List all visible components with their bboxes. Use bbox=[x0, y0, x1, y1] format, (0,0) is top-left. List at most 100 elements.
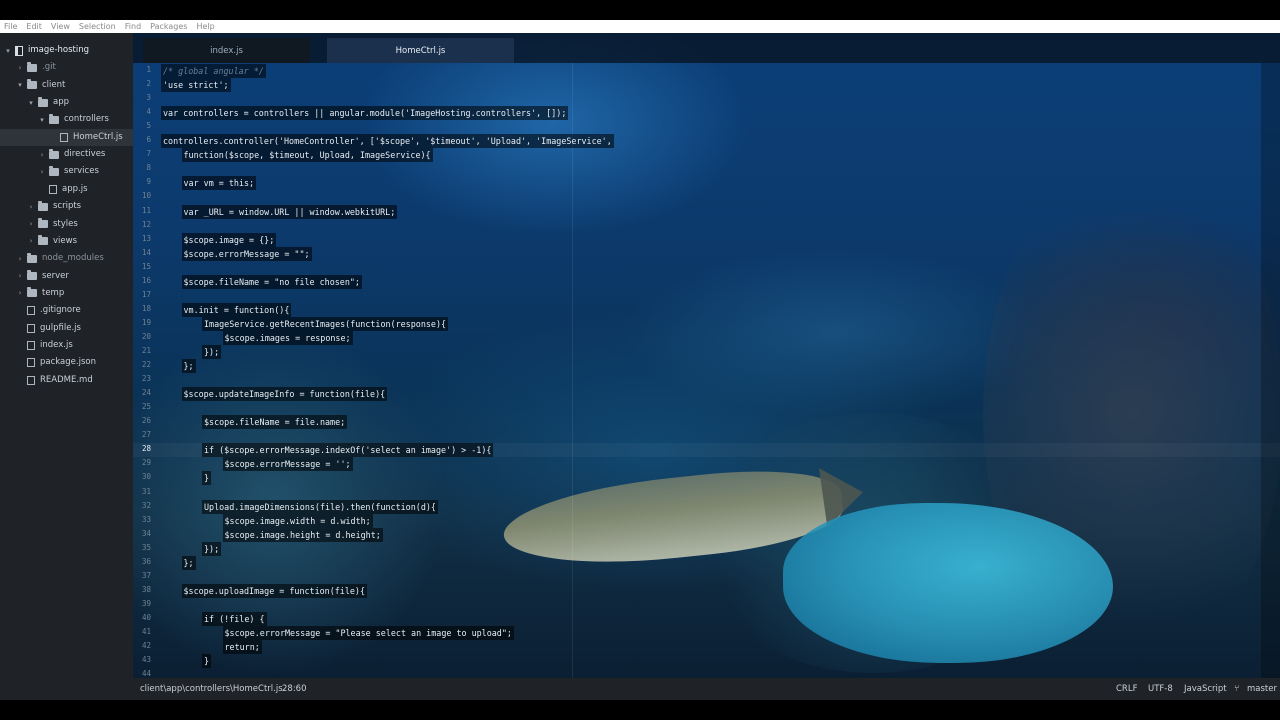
status-file-path[interactable]: client\app\controllers\HomeCtrl.js bbox=[140, 678, 283, 700]
tree-item-image-hosting[interactable]: ▾ image-hosting bbox=[0, 42, 133, 59]
tree-item-node-modules[interactable]: › node_modules bbox=[0, 250, 133, 267]
code-line[interactable]: if ($scope.errorMessage.indexOf('select … bbox=[202, 443, 494, 458]
chevron-right-icon[interactable]: › bbox=[38, 151, 46, 159]
line-number: 9 bbox=[146, 177, 151, 187]
line-number: 24 bbox=[141, 388, 151, 398]
line-number: 31 bbox=[141, 486, 151, 496]
menu-help[interactable]: Help bbox=[196, 20, 214, 33]
tree-item-client[interactable]: ▾ client bbox=[0, 77, 133, 94]
line-number: 42 bbox=[141, 641, 151, 651]
menu-find[interactable]: Find bbox=[125, 20, 141, 33]
chevron-right-icon[interactable]: › bbox=[16, 272, 24, 280]
code-line[interactable]: }; bbox=[181, 359, 196, 374]
code-line[interactable]: }; bbox=[181, 555, 196, 570]
code-line[interactable]: }); bbox=[202, 541, 222, 556]
code-line[interactable]: $scope.uploadImage = function(file){ bbox=[181, 583, 368, 598]
editor-pane[interactable]: index.js HomeCtrl.js 1 /* global angular *… bbox=[133, 33, 1280, 678]
code-line[interactable]: if (!file) { bbox=[202, 611, 267, 626]
code-line[interactable]: $scope.images = response; bbox=[222, 330, 353, 345]
tree-item-readme-md[interactable]: README.md bbox=[0, 372, 133, 389]
line-number: 44 bbox=[141, 669, 151, 678]
chevron-right-icon[interactable]: › bbox=[27, 203, 35, 211]
chevron-down-icon[interactable]: ▾ bbox=[38, 116, 46, 124]
code-line[interactable]: var controllers = controllers || angular… bbox=[161, 106, 569, 121]
tab-homectrl-js[interactable]: HomeCtrl.js bbox=[327, 38, 514, 63]
code-line[interactable]: $scope.errorMessage = ''; bbox=[222, 457, 353, 472]
editor-scrollbar[interactable] bbox=[1261, 63, 1280, 678]
menu-selection[interactable]: Selection bbox=[79, 20, 116, 33]
code-line[interactable]: $scope.fileName = file.name; bbox=[202, 415, 348, 430]
tree-item-app-js[interactable]: app.js bbox=[0, 181, 133, 198]
menu-view[interactable]: View bbox=[51, 20, 70, 33]
code-line[interactable]: } bbox=[202, 471, 212, 486]
tree-item-homectrl-js[interactable]: HomeCtrl.js bbox=[0, 128, 133, 146]
tree-item-styles[interactable]: › styles bbox=[0, 216, 133, 233]
folder-icon bbox=[38, 96, 48, 107]
status-encoding[interactable]: UTF-8 bbox=[1148, 678, 1173, 700]
code-line[interactable]: $scope.image.width = d.width; bbox=[222, 513, 373, 528]
chevron-right-icon[interactable]: › bbox=[16, 255, 24, 263]
chevron-down-icon[interactable]: ▾ bbox=[16, 81, 24, 89]
tree-item-index-js[interactable]: index.js bbox=[0, 337, 133, 354]
chevron-right-icon[interactable]: › bbox=[27, 237, 35, 245]
chevron-right-icon[interactable]: › bbox=[16, 289, 24, 297]
line-number: 12 bbox=[141, 219, 151, 229]
code-line[interactable]: var _URL = window.URL || window.webkitUR… bbox=[181, 204, 398, 219]
code-line[interactable]: vm.init = function(){ bbox=[181, 302, 292, 317]
chevron-right-icon[interactable]: › bbox=[38, 168, 46, 176]
folder-icon bbox=[27, 61, 37, 72]
code-line[interactable]: }); bbox=[202, 345, 222, 359]
status-branch[interactable]: master bbox=[1247, 678, 1277, 700]
tab-index-js[interactable]: index.js bbox=[143, 38, 310, 63]
chevron-down-icon[interactable]: ▾ bbox=[27, 99, 35, 107]
code-line[interactable]: $scope.image = {}; bbox=[181, 232, 277, 247]
tree-item-app[interactable]: ▾ app bbox=[0, 94, 133, 111]
line-number: 26 bbox=[141, 416, 151, 426]
status-line-ending[interactable]: CRLF bbox=[1116, 678, 1137, 700]
code-line[interactable]: } bbox=[202, 654, 212, 669]
folder-icon bbox=[49, 148, 59, 159]
tree-item-directives[interactable]: › directives bbox=[0, 146, 133, 163]
folder-icon bbox=[49, 165, 59, 176]
code-line[interactable]: var vm = this; bbox=[181, 176, 257, 191]
code-line[interactable]: return; bbox=[222, 640, 262, 655]
code-line[interactable]: $scope.errorMessage = ""; bbox=[181, 246, 312, 261]
line-number: 40 bbox=[141, 612, 151, 622]
tree-item-temp[interactable]: › temp bbox=[0, 285, 133, 302]
tree-item-scripts[interactable]: › scripts bbox=[0, 198, 133, 215]
code-line[interactable]: /* global angular */ bbox=[161, 64, 266, 78]
tree-item-controllers[interactable]: ▾ controllers bbox=[0, 111, 133, 128]
code-line[interactable]: 'use strict'; bbox=[161, 78, 231, 93]
code-line[interactable]: Upload.imageDimensions(file).then(functi… bbox=[202, 499, 438, 514]
code-line[interactable]: $scope.updateImageInfo = function(file){ bbox=[181, 387, 388, 402]
code-line[interactable]: ImageService.getRecentImages(function(re… bbox=[202, 316, 449, 331]
code-line[interactable]: function($scope, $timeout, Upload, Image… bbox=[181, 148, 433, 163]
menu-bar: File Edit View Selection Find Packages Help bbox=[0, 20, 1280, 33]
tree-item-services[interactable]: › services bbox=[0, 163, 133, 180]
code-line[interactable]: $scope.image.height = d.height; bbox=[222, 527, 383, 542]
menu-file[interactable]: File bbox=[4, 20, 17, 33]
status-grammar[interactable]: JavaScript bbox=[1184, 678, 1227, 700]
tree-item-package-json[interactable]: package.json bbox=[0, 354, 133, 371]
code-line[interactable]: $scope.errorMessage = "Please select an … bbox=[222, 626, 514, 640]
chevron-down-icon[interactable]: ▾ bbox=[4, 47, 12, 55]
tree-item-git[interactable]: › .git bbox=[0, 59, 133, 76]
chevron-right-icon[interactable]: › bbox=[27, 220, 35, 228]
file-icon bbox=[27, 340, 35, 350]
status-cursor-position[interactable]: 28:60 bbox=[282, 678, 307, 700]
tree-item-gitignore[interactable]: .gitignore bbox=[0, 302, 133, 319]
menu-edit[interactable]: Edit bbox=[26, 20, 42, 33]
tree-item-label: server bbox=[42, 270, 69, 281]
tree-item-views[interactable]: › views bbox=[0, 233, 133, 250]
tree-item-label: gulpfile.js bbox=[40, 322, 81, 333]
menu-packages[interactable]: Packages bbox=[150, 20, 187, 33]
tree-item-gulpfile-js[interactable]: gulpfile.js bbox=[0, 320, 133, 337]
line-number: 15 bbox=[141, 261, 151, 271]
tree-item-server[interactable]: › server bbox=[0, 268, 133, 285]
code-line[interactable]: $scope.fileName = "no file chosen"; bbox=[181, 274, 362, 289]
line-number: 3 bbox=[146, 93, 151, 103]
chevron-right-icon[interactable]: › bbox=[16, 64, 24, 72]
code-line[interactable]: controllers.controller('HomeController',… bbox=[161, 134, 614, 149]
tree-item-label: index.js bbox=[40, 339, 73, 350]
tree-view: ▾ image-hosting › .git ▾ client ▾ app ▾ controlle… bbox=[0, 33, 133, 678]
